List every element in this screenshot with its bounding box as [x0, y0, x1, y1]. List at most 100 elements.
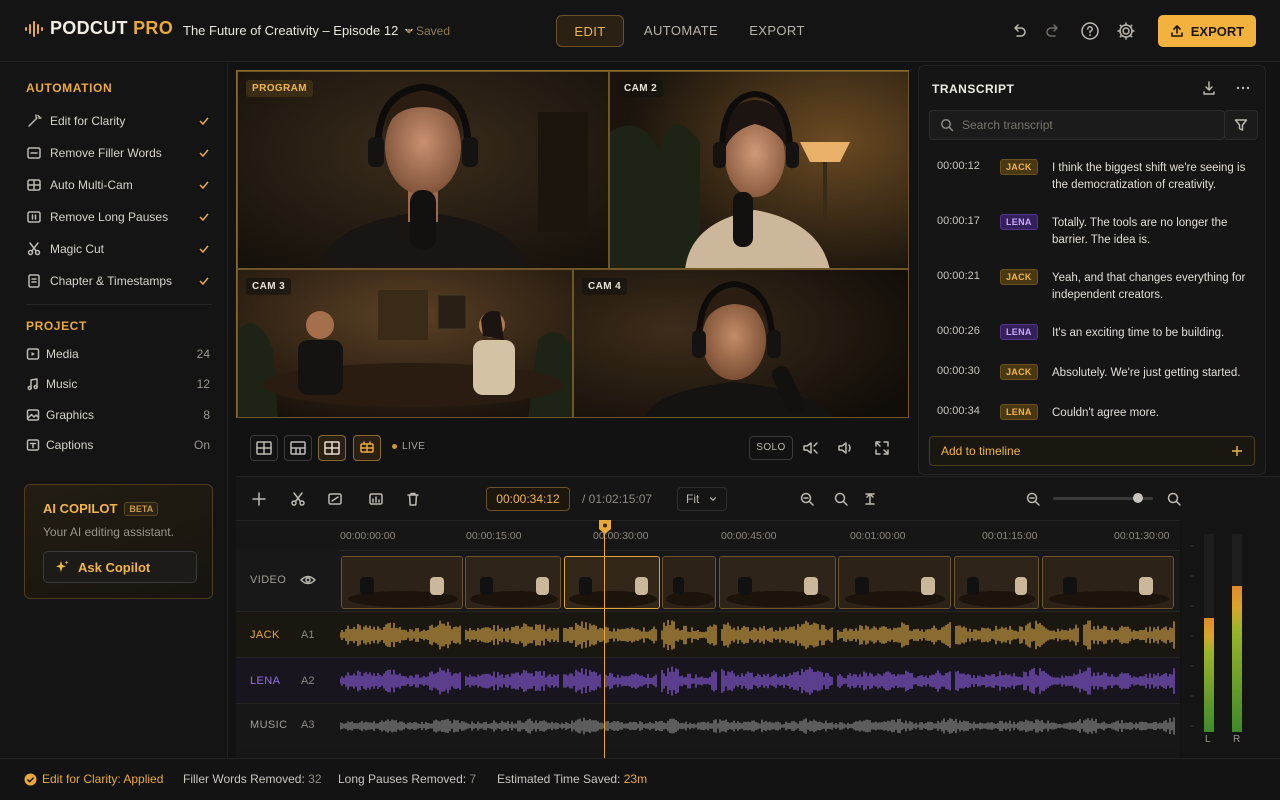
- zoom-slider-thumb[interactable]: [1133, 493, 1143, 503]
- ruler-label: 00:00:00:00: [340, 530, 396, 542]
- filler-stat-label: Filler Words Removed:: [183, 772, 305, 786]
- settings-gear-icon[interactable]: [1115, 20, 1137, 42]
- automation-item-edit-for-clarity[interactable]: Edit for Clarity: [26, 111, 210, 131]
- trim-icon[interactable]: [324, 488, 346, 510]
- lena-audio-waveform[interactable]: [340, 660, 1176, 702]
- zoom-in-small-icon[interactable]: [1163, 488, 1185, 510]
- meter-label-left: L: [1205, 734, 1211, 745]
- transcript-search-input[interactable]: [962, 118, 1202, 132]
- zoom-fit-select[interactable]: Fit: [677, 487, 727, 511]
- playhead-handle[interactable]: [598, 519, 612, 535]
- automation-item-chapter-timestamps[interactable]: Chapter & Timestamps: [26, 271, 210, 291]
- project-item-count: 12: [196, 377, 210, 391]
- layout-multicam-button[interactable]: [353, 435, 381, 461]
- check-icon: [199, 245, 209, 254]
- project-item-media[interactable]: Media 24: [26, 344, 210, 364]
- export-button[interactable]: EXPORT: [1158, 15, 1256, 47]
- saved-label: Saved: [416, 24, 451, 38]
- zoom-out-small-icon[interactable]: [1022, 488, 1044, 510]
- filler-stat-value: 32: [308, 772, 322, 786]
- zoom-in-icon[interactable]: [830, 488, 852, 510]
- jack-audio-waveform[interactable]: [340, 614, 1176, 656]
- video-clip[interactable]: [341, 556, 463, 609]
- total-duration: / 01:02:15:07: [582, 492, 653, 506]
- audio-route-icon[interactable]: [801, 439, 819, 457]
- pauses-stat-value: 7: [469, 772, 477, 786]
- trash-icon[interactable]: [402, 488, 424, 510]
- add-to-timeline-button[interactable]: Add to timeline: [929, 436, 1255, 466]
- project-title-dropdown[interactable]: The Future of Creativity – Episode 12: [183, 23, 414, 38]
- transcript-search[interactable]: [929, 110, 1225, 140]
- layout-single-button[interactable]: [250, 435, 278, 461]
- video-tile-cam-2[interactable]: CAM 2: [609, 71, 909, 269]
- automation-item-magic-cut[interactable]: Magic Cut: [26, 239, 210, 259]
- copilot-title-text: AI COPILOT: [43, 501, 118, 516]
- meter-label-right: R: [1233, 734, 1241, 745]
- help-icon[interactable]: [1079, 20, 1101, 42]
- media-icon: [26, 348, 40, 360]
- more-options-icon[interactable]: [1235, 80, 1251, 96]
- layout-split-button[interactable]: [284, 435, 312, 461]
- project-item-music[interactable]: Music 12: [26, 374, 210, 394]
- playhead[interactable]: [604, 528, 605, 758]
- solo-button[interactable]: SOLO: [749, 436, 793, 460]
- check-icon: [199, 277, 209, 286]
- layout-quad-button[interactable]: [318, 435, 346, 461]
- scissors-icon[interactable]: [287, 488, 309, 510]
- project-item-captions[interactable]: Captions On: [26, 435, 210, 455]
- automation-item-remove-long-pauses[interactable]: Remove Long Pauses: [26, 207, 210, 227]
- clip-edit-icon[interactable]: [365, 488, 387, 510]
- clip-thumbnail: [955, 557, 1038, 608]
- transcript-time: 00:00:17: [937, 215, 980, 227]
- automation-item-auto-multi-cam[interactable]: Auto Multi-Cam: [26, 175, 210, 195]
- timeline-ruler[interactable]: 00:00:00:00 00:00:15:00 00:00:30:00 00:0…: [340, 520, 1180, 551]
- video-clip[interactable]: [465, 556, 561, 609]
- project-item-graphics[interactable]: Graphics 8: [26, 405, 210, 425]
- upload-icon: [1170, 25, 1183, 37]
- transcript-text: Absolutely. We're just getting started.: [1052, 367, 1241, 379]
- check-icon: [199, 181, 209, 190]
- music-audio-waveform[interactable]: [340, 706, 1176, 746]
- video-tile-cam-3[interactable]: CAM 3: [237, 269, 573, 418]
- volume-icon[interactable]: [836, 439, 854, 457]
- video-clip[interactable]: [662, 556, 716, 609]
- automation-item-label: Remove Long Pauses: [50, 210, 169, 224]
- app-name-accent: PRO: [133, 18, 174, 38]
- eye-icon[interactable]: [300, 573, 316, 587]
- project-item-label: Media: [46, 347, 79, 361]
- video-tile-cam-4[interactable]: CAM 4: [573, 269, 909, 418]
- video-clip[interactable]: [1042, 556, 1174, 609]
- download-icon[interactable]: [1201, 80, 1217, 96]
- filter-icon: [1234, 119, 1248, 131]
- track-label-video: VIDEO: [250, 574, 287, 586]
- tab-edit[interactable]: EDIT: [556, 15, 624, 47]
- snap-icon[interactable]: [859, 488, 881, 510]
- app-name: PODCUT PRO: [50, 18, 173, 39]
- filter-button[interactable]: [1224, 110, 1258, 140]
- ruler-label: 00:01:00:00: [850, 530, 906, 542]
- ask-copilot-button[interactable]: Ask Copilot: [43, 551, 197, 583]
- graphics-icon: [26, 409, 40, 421]
- undo-icon[interactable]: [1008, 20, 1030, 42]
- video-tile-program[interactable]: PROGRAM: [237, 71, 609, 269]
- video-clip-selected[interactable]: [564, 556, 660, 609]
- tab-automate[interactable]: AUTOMATE: [640, 15, 722, 47]
- transcript-text: Yeah, and that changes everything for in…: [1052, 272, 1246, 301]
- current-timecode[interactable]: 00:00:34:12: [486, 487, 570, 511]
- zoom-out-icon[interactable]: [796, 488, 818, 510]
- tab-export[interactable]: EXPORT: [742, 15, 812, 47]
- video-clip[interactable]: [719, 556, 836, 609]
- app-logo: PODCUT PRO: [24, 18, 173, 39]
- video-clip[interactable]: [838, 556, 951, 609]
- add-icon[interactable]: [248, 488, 270, 510]
- cam-2-feed-image: [610, 72, 908, 268]
- automation-item-remove-filler-words[interactable]: Remove Filler Words: [26, 143, 210, 163]
- clip-thumbnail: [720, 557, 835, 608]
- redo-icon[interactable]: [1042, 20, 1064, 42]
- video-clip[interactable]: [954, 556, 1039, 609]
- filler-stat: Filler Words Removed: 32: [183, 772, 322, 786]
- fullscreen-icon[interactable]: [873, 439, 891, 457]
- ruler-label: 00:00:45:00: [721, 530, 777, 542]
- clarity-status: Edit for Clarity: Applied: [24, 772, 163, 786]
- live-indicator: LIVE: [392, 441, 425, 452]
